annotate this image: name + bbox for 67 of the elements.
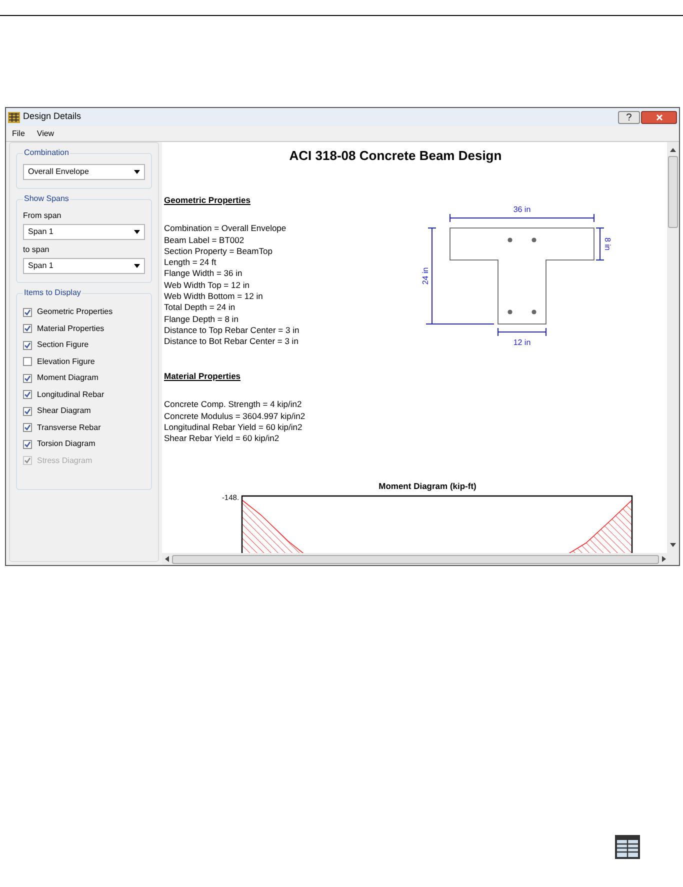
help-button[interactable] — [618, 110, 640, 124]
scroll-up-icon — [670, 148, 676, 152]
book-icon — [614, 834, 641, 860]
dropdown-arrow-icon — [134, 230, 140, 234]
checkbox[interactable] — [23, 440, 32, 449]
property-line: Length = 24 ft — [164, 257, 218, 268]
checkbox-label: Shear Diagram — [37, 405, 91, 418]
checkbox-label: Longitudinal Rebar — [37, 388, 104, 401]
report-title: ACI 318-08 Concrete Beam Design — [288, 147, 503, 165]
close-button[interactable] — [641, 110, 677, 124]
horizontal-scrollbar[interactable] — [162, 553, 679, 565]
field-label: to span — [23, 244, 50, 256]
scroll-right-icon — [662, 556, 666, 562]
group-label: Combination — [23, 148, 70, 158]
menu-item[interactable]: View — [36, 128, 54, 140]
scroll-thumb[interactable] — [668, 156, 678, 228]
property-line: Longitudinal Rebar Yield = 60 kip/in2 — [164, 422, 304, 434]
section-heading: Geometric Properties — [164, 194, 252, 206]
dropdown[interactable]: Span 1 — [23, 258, 145, 274]
t-beam-section-drawing: 36 in 8 in 24 in 12 in — [422, 204, 618, 348]
checkbox[interactable] — [23, 357, 32, 366]
checkbox[interactable] — [23, 423, 32, 432]
checkbox-label: Geometric Properties — [37, 306, 113, 318]
checkbox-label: Elevation Figure — [37, 356, 95, 368]
dropdown-arrow-icon — [134, 264, 140, 268]
property-line: Total Depth = 24 in — [164, 302, 236, 314]
dropdown-arrow-icon — [134, 170, 140, 174]
group-label: Items to Display — [23, 288, 82, 298]
menu-item[interactable]: File — [12, 128, 25, 140]
checkbox-label: Moment Diagram — [37, 372, 98, 384]
dropdown[interactable]: Overall Envelope — [23, 164, 145, 180]
help-icon — [626, 113, 632, 121]
checkbox[interactable] — [23, 374, 32, 383]
property-line: Concrete Modulus = 3604.997 kip/in2 — [164, 410, 306, 422]
checkbox[interactable] — [23, 390, 32, 400]
dropdown[interactable]: Span 1 — [23, 224, 145, 240]
property-line: Distance to Bot Rebar Center = 3 in — [164, 336, 300, 348]
close-icon — [656, 114, 662, 120]
app-icon — [8, 112, 20, 122]
property-line: Web Width Bottom = 12 in — [164, 291, 264, 302]
scroll-down-icon — [670, 543, 676, 547]
checkbox-label: Transverse Rebar — [37, 422, 101, 434]
property-line: Concrete Comp. Strength = 4 kip/in2 — [164, 399, 303, 411]
scroll-thumb[interactable] — [172, 554, 659, 564]
checkbox-label: Material Properties — [37, 322, 104, 335]
field-label: From span — [23, 210, 62, 222]
checkbox[interactable] — [23, 308, 32, 317]
group-label: Show Spans — [23, 194, 70, 204]
property-line: Section Property = BeamTop — [164, 246, 274, 258]
property-line: Beam Label = BT002 — [164, 234, 246, 246]
property-line: Web Width Top = 12 in — [164, 280, 250, 292]
chart-title: Moment Diagram (kip-ft) — [378, 480, 476, 494]
checkbox-label: Stress Diagram — [37, 454, 92, 467]
checkbox[interactable] — [23, 324, 32, 334]
window-title: Design Details — [23, 110, 82, 124]
checkbox[interactable] — [23, 406, 32, 416]
checkbox-label: Torsion Diagram — [37, 438, 96, 450]
checkbox[interactable] — [23, 340, 32, 350]
checkbox-label: Section Figure — [37, 339, 89, 352]
property-line: Distance to Top Rebar Center = 3 in — [164, 324, 300, 336]
property-line: Shear Rebar Yield = 60 kip/in2 — [164, 433, 280, 444]
property-line: Flange Depth = 8 in — [164, 314, 240, 325]
section-heading: Material Properties — [164, 370, 242, 382]
property-line: Flange Width = 36 in — [164, 268, 244, 280]
vertical-scrollbar[interactable] — [667, 142, 679, 553]
property-line: Combination = Overall Envelope — [164, 223, 288, 235]
scroll-left-icon — [165, 556, 169, 562]
